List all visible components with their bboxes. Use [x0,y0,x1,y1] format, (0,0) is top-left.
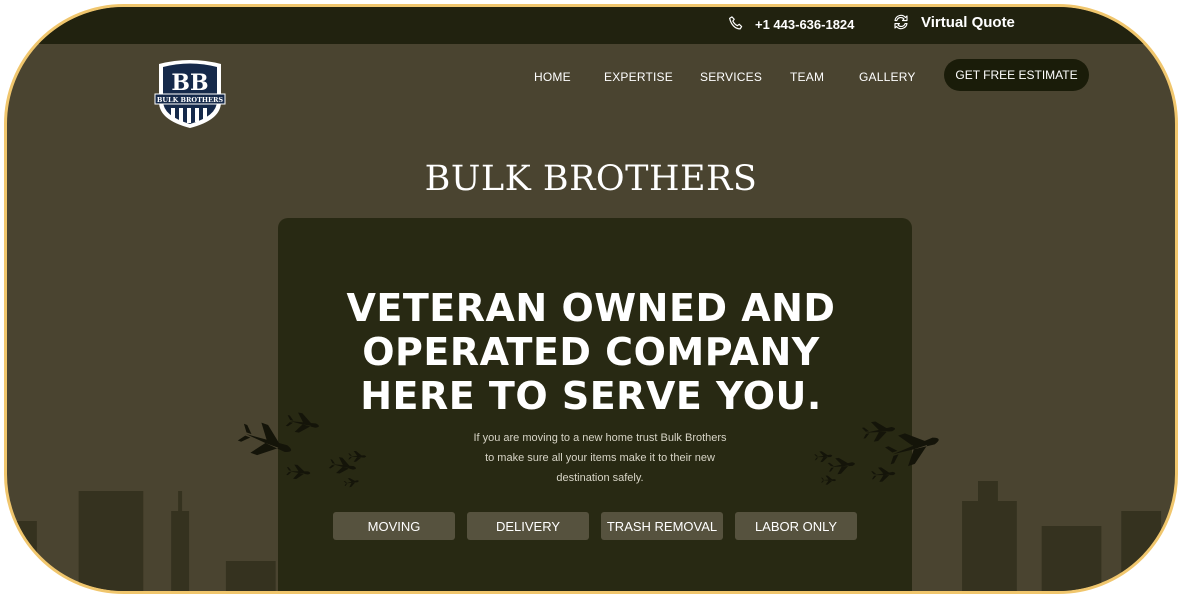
description-line: to make sure all your items make it to t… [485,452,715,464]
service-moving-button[interactable]: MOVING [333,512,455,540]
hero-headline: VETERAN OWNED AND OPERATED COMPANY HERE … [7,286,1175,418]
airplane-icon [814,450,833,463]
description-line: If you are moving to a new home trust Bu… [473,432,727,444]
headline-line: HERE TO SERVE YOU. [360,374,822,418]
airplane-icon [827,455,856,476]
page-frame: +1 443-636-1824 Virtual Quote BB BULK BR… [4,4,1178,594]
airplane-icon [348,451,367,462]
airplane-icon [285,463,311,481]
service-labor-only-button[interactable]: LABOR ONLY [735,512,857,540]
headline-line: VETERAN OWNED AND [346,286,836,330]
airplane-icon [821,475,836,485]
airplane-icon [343,476,360,488]
airplane-icon [328,455,358,477]
airplane-icon [870,466,896,483]
service-trash-removal-button[interactable]: TRASH REMOVAL [601,512,723,540]
service-delivery-button[interactable]: DELIVERY [467,512,589,540]
headline-line: OPERATED COMPANY [362,330,820,374]
description-line: destination safely. [556,472,644,484]
airplane-icon [861,418,897,443]
hero-description: If you are moving to a new home trust Bu… [470,428,730,488]
